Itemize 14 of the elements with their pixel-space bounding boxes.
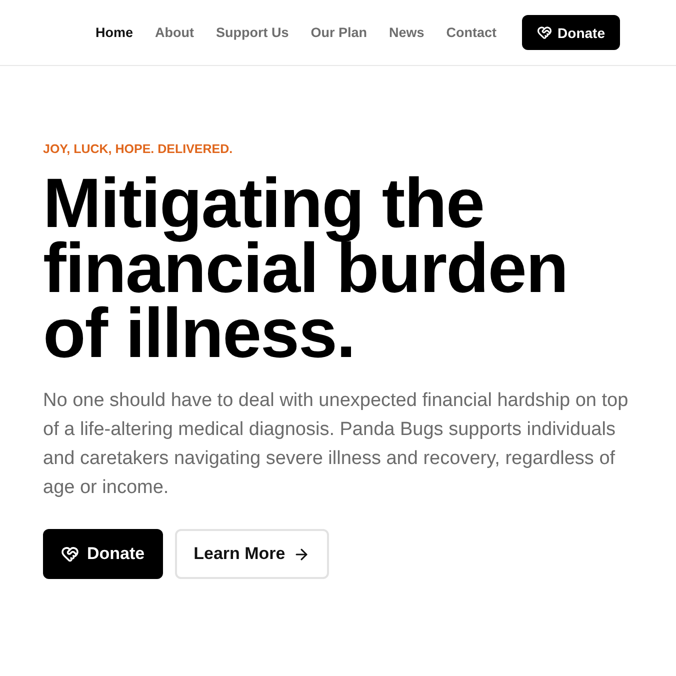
donate-button[interactable]: Donate bbox=[522, 15, 620, 50]
nav-link[interactable]: Our Plan bbox=[310, 25, 368, 40]
donate-button[interactable]: Donate bbox=[43, 529, 163, 579]
hero-description: No one should have to deal with unexpected financial hardship on top of a life-altering medical diagnosis. Panda Bugs supports individuals and caretakers navigating severe illness and recovery, regardless of age or income. bbox=[43, 389, 630, 500]
heart-handshake-icon bbox=[61, 545, 79, 563]
nav-link[interactable]: Contact bbox=[446, 25, 497, 40]
nav-link[interactable]: News bbox=[389, 25, 424, 40]
hero-headline: Mitigating the financial burden of illness. bbox=[43, 171, 569, 366]
nav-link[interactable]: Support Us bbox=[216, 25, 289, 40]
learn-more-button[interactable]: Learn More bbox=[174, 529, 330, 579]
nav-link[interactable]: Home bbox=[96, 25, 134, 40]
heart-handshake-icon bbox=[536, 25, 552, 40]
eyebrow-tagline: JOY, LUCK, HOPE. DELIVERED. bbox=[43, 141, 234, 157]
nav-link[interactable]: About bbox=[155, 25, 194, 40]
